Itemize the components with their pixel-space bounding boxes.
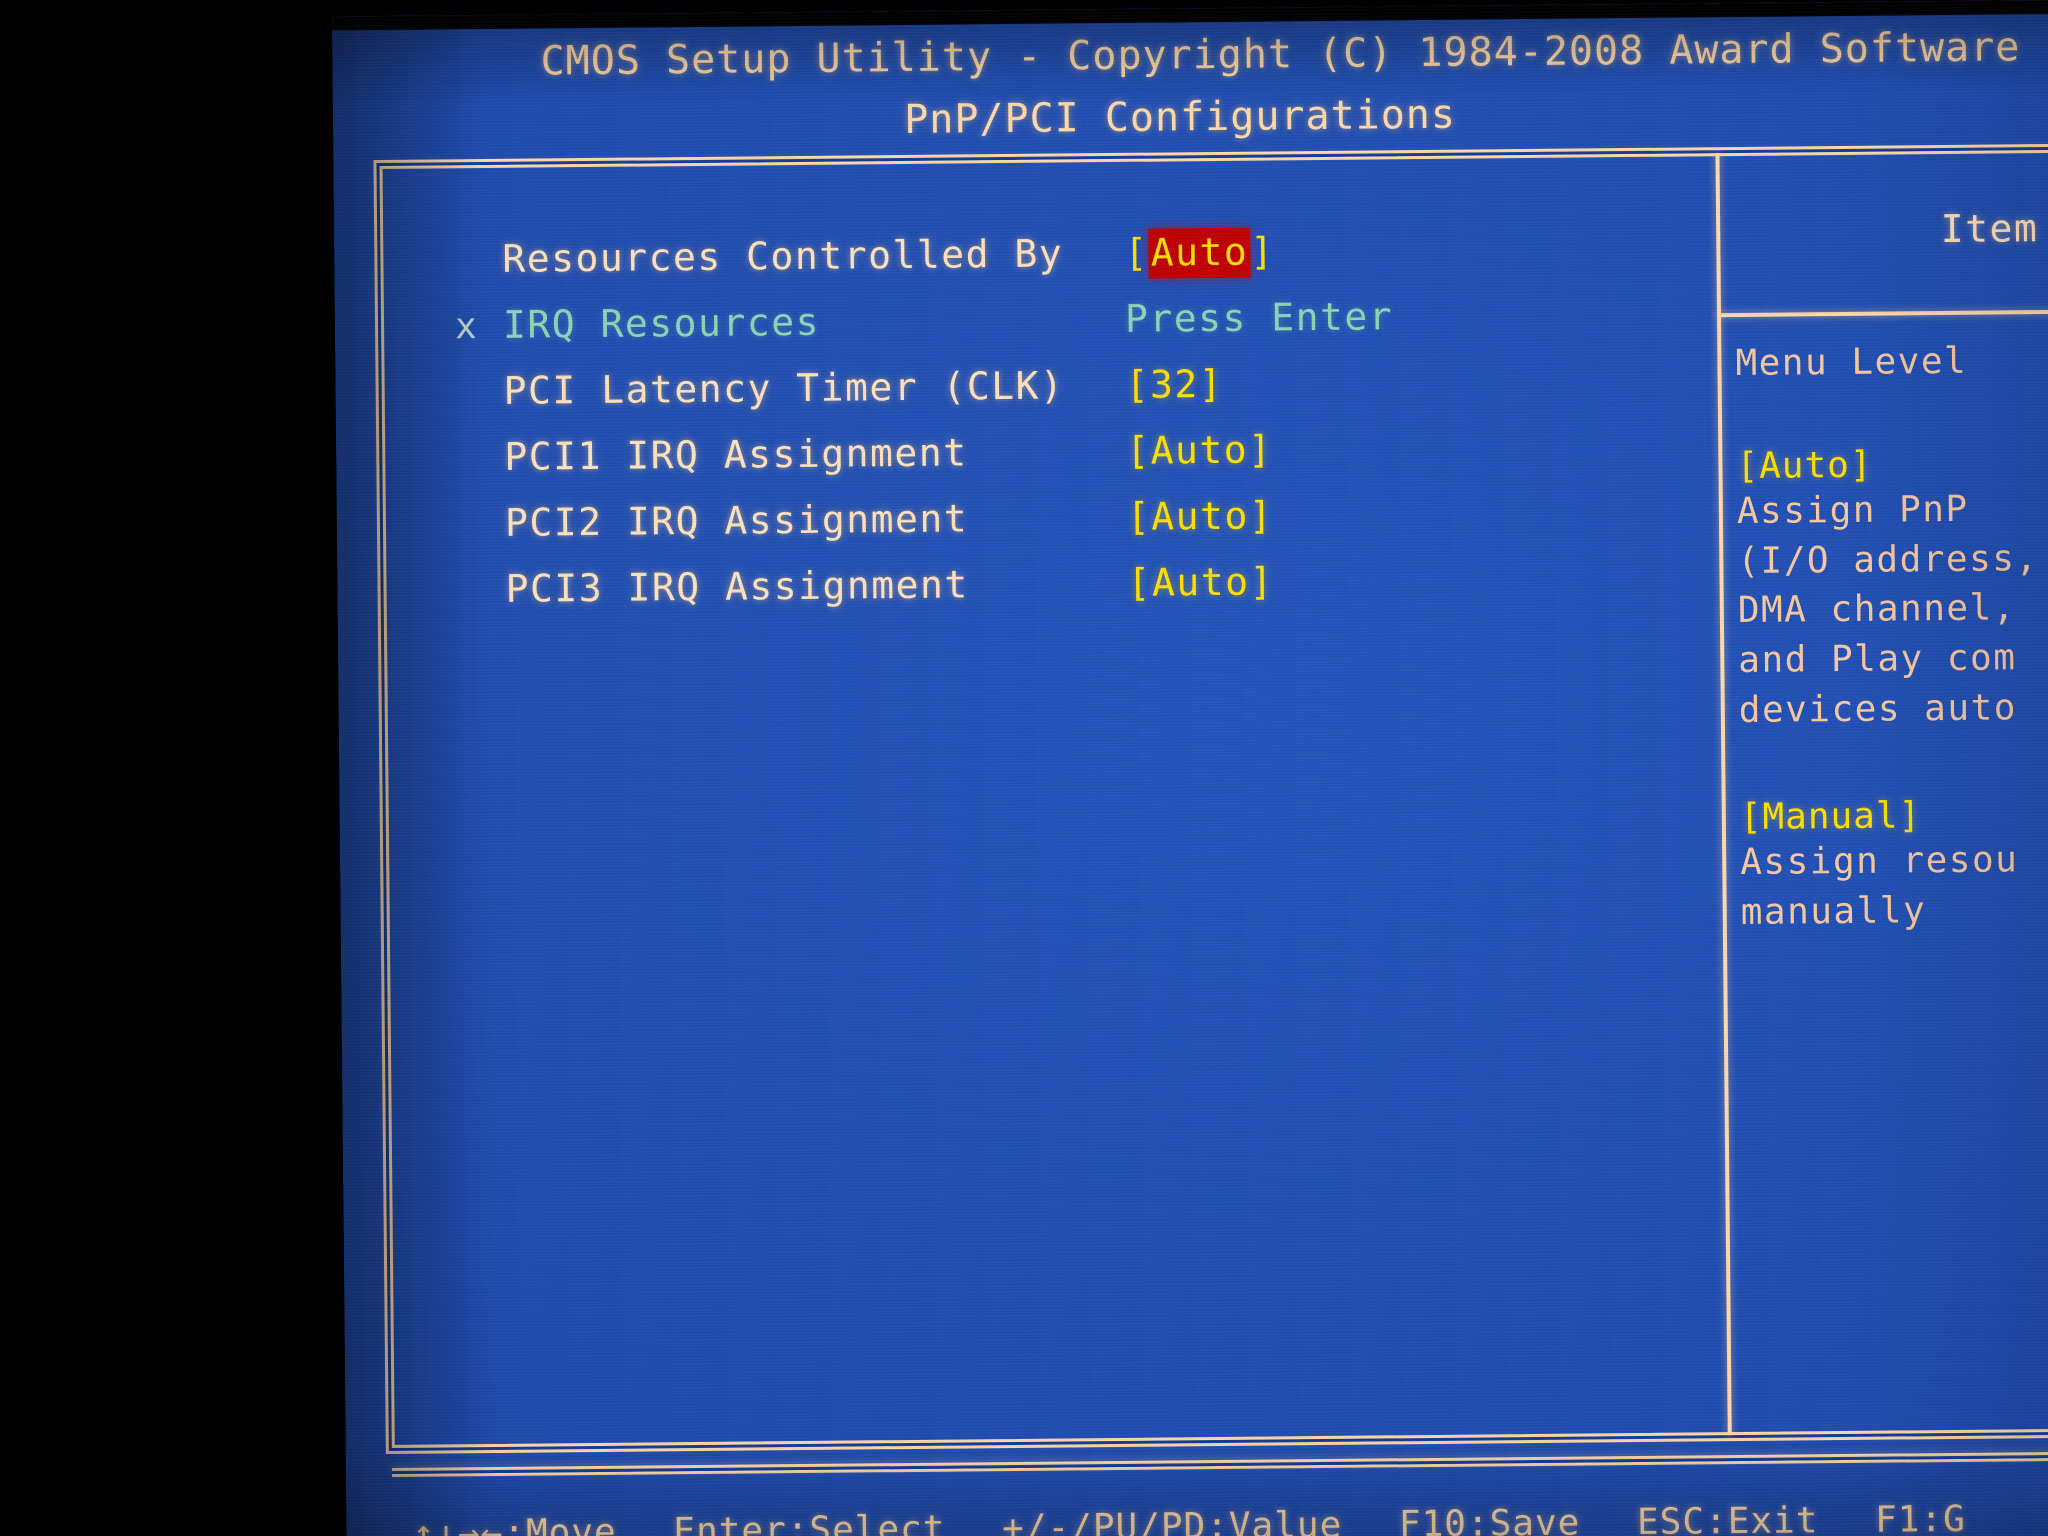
setting-label: PCI Latency Timer (CLK) [503, 363, 1065, 413]
setting-value[interactable]: [Auto] [1127, 559, 1274, 604]
setting-label: PCI2 IRQ Assignment [504, 496, 969, 545]
setting-label: PCI3 IRQ Assignment [505, 562, 969, 611]
key-hint-value[interactable]: +/-/PU/PD:Value [1002, 1505, 1342, 1536]
crt-photo: CMOS Setup Utility - Copyright (C) 1984-… [0, 0, 2048, 1536]
key-hint-exit[interactable]: ESC:Exit [1637, 1500, 1819, 1536]
setting-value[interactable]: [Auto] [1127, 493, 1274, 538]
item-help-title: Item Help [1940, 205, 2048, 252]
row-gutter-marker: x [454, 306, 477, 348]
setting-value: Press Enter [1124, 294, 1394, 341]
setting-row-irq-resources: x IRQ Resources Press Enter [455, 291, 1696, 369]
key-hint-select[interactable]: Enter:Select [673, 1509, 945, 1536]
setting-value-text: Auto [1148, 227, 1251, 279]
setting-value-text: Auto [1151, 559, 1250, 605]
help-heading-manual: [Manual] [1739, 795, 1922, 839]
help-text-line: devices auto [1738, 687, 2018, 731]
bracket-open: [ [1124, 230, 1149, 275]
bracket-close: ] [1247, 427, 1273, 472]
key-hint-move[interactable]: ↑↓→←:Move [412, 1512, 616, 1536]
bracket-open: [ [1126, 494, 1152, 539]
bracket-close: ] [1248, 493, 1274, 538]
settings-list: Resources Controlled By [Auto] x IRQ Res… [454, 225, 1698, 633]
menu-level-label: Menu Level [1735, 340, 1968, 385]
setting-value-text: Auto [1150, 427, 1249, 473]
setting-row-pci1-irq-assignment[interactable]: PCI1 IRQ Assignment [Auto] [456, 423, 1697, 501]
key-hint-save[interactable]: F10:Save [1399, 1503, 1581, 1536]
bracket-close: ] [1198, 361, 1224, 407]
setting-label: Resources Controlled By [502, 231, 1064, 281]
page-title: CMOS Setup Utility - Copyright (C) 1984-… [540, 24, 2021, 85]
setting-row-pci2-irq-assignment[interactable]: PCI2 IRQ Assignment [Auto] [457, 489, 1698, 567]
bracket-open: [ [1126, 428, 1151, 473]
item-help-panel: Item Help Menu Level [Auto] Assign PnP (… [1734, 170, 2048, 938]
setting-value-text: 32 [1149, 362, 1200, 407]
footer-divider [392, 1451, 2048, 1471]
title-bar: CMOS Setup Utility - Copyright (C) 1984-… [332, 24, 2048, 148]
footer-key-hints: ↑↓→←:Move Enter:Select +/-/PU/PD:Value F… [412, 1497, 2048, 1536]
bracket-open: [ [1127, 560, 1153, 605]
help-text-line: DMA channel, [1737, 587, 2017, 632]
setting-row-pci3-irq-assignment[interactable]: PCI3 IRQ Assignment [Auto] [457, 555, 1698, 633]
setting-label: PCI1 IRQ Assignment [504, 430, 968, 479]
bracket-close: ] [1250, 229, 1275, 274]
setting-value[interactable]: [Auto] [1126, 427, 1273, 472]
help-text-line: manually [1740, 890, 1927, 934]
setting-row-pci-latency-timer[interactable]: PCI Latency Timer (CLK) [32] [455, 357, 1696, 435]
bracket-open: [ [1125, 362, 1151, 407]
page-subtitle: PnP/PCI Configurations [903, 91, 1457, 143]
bios-screen: CMOS Setup Utility - Copyright (C) 1984-… [332, 0, 2048, 1536]
setting-label: IRQ Resources [502, 299, 821, 347]
help-text-line: Assign PnP [1736, 488, 1969, 533]
help-heading-auto: [Auto] [1736, 444, 1873, 488]
setting-value[interactable]: [32] [1125, 362, 1223, 407]
help-text-line: Assign resou [1740, 839, 2019, 884]
key-hint-help[interactable]: F1:G [1875, 1499, 1966, 1536]
help-text-line: and Play com [1738, 637, 2017, 682]
help-text-line: (I/O address, [1737, 537, 2039, 582]
setting-value-highlighted[interactable]: [Auto] [1124, 227, 1275, 279]
setting-value-text: Auto [1151, 493, 1250, 539]
setting-row-resources-controlled-by[interactable]: Resources Controlled By [Auto] [454, 225, 1695, 303]
bracket-close: ] [1249, 559, 1275, 604]
